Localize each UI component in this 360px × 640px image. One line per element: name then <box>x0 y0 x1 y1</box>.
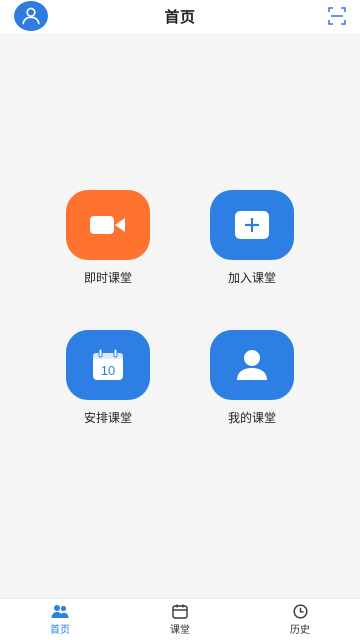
join-class-tile[interactable]: 加入课堂 <box>192 190 312 286</box>
video-camera-icon <box>90 216 125 234</box>
page-title: 首页 <box>164 8 196 26</box>
schedule-class-label: 安排课堂 <box>83 411 132 425</box>
my-class-label: 我的课堂 <box>227 411 276 425</box>
person-icon <box>237 350 267 380</box>
bottom-nav: 首页 课堂 历史 <box>0 598 360 640</box>
plus-square-icon <box>235 211 269 239</box>
tab-home[interactable]: 首页 <box>0 599 120 640</box>
instant-class-label: 即时课堂 <box>83 271 132 285</box>
tab-history[interactable]: 历史 <box>240 599 360 640</box>
scan-button[interactable] <box>326 5 348 27</box>
tab-class-label: 课堂 <box>170 625 190 636</box>
calendar-tab-icon <box>172 604 188 619</box>
instant-class-icon-box[interactable] <box>66 190 150 260</box>
clock-icon <box>292 604 308 619</box>
tab-history-label: 历史 <box>290 625 310 636</box>
calendar-day-text: 10 <box>101 363 115 378</box>
schedule-class-icon-box[interactable]: 10 <box>66 330 150 400</box>
join-class-label: 加入课堂 <box>227 271 276 285</box>
tab-class[interactable]: 课堂 <box>120 599 240 640</box>
top-bar: 首页 <box>0 0 360 35</box>
my-class-icon-box[interactable] <box>210 330 294 400</box>
scan-icon <box>328 7 346 25</box>
join-class-icon-box[interactable] <box>210 190 294 260</box>
schedule-class-tile[interactable]: 10 安排课堂 <box>48 330 168 426</box>
my-class-tile[interactable]: 我的课堂 <box>192 330 312 426</box>
instant-class-tile[interactable]: 即时课堂 <box>48 190 168 286</box>
home-people-icon <box>51 605 69 618</box>
tab-home-label: 首页 <box>50 625 70 636</box>
calendar-icon: 10 <box>93 348 123 380</box>
